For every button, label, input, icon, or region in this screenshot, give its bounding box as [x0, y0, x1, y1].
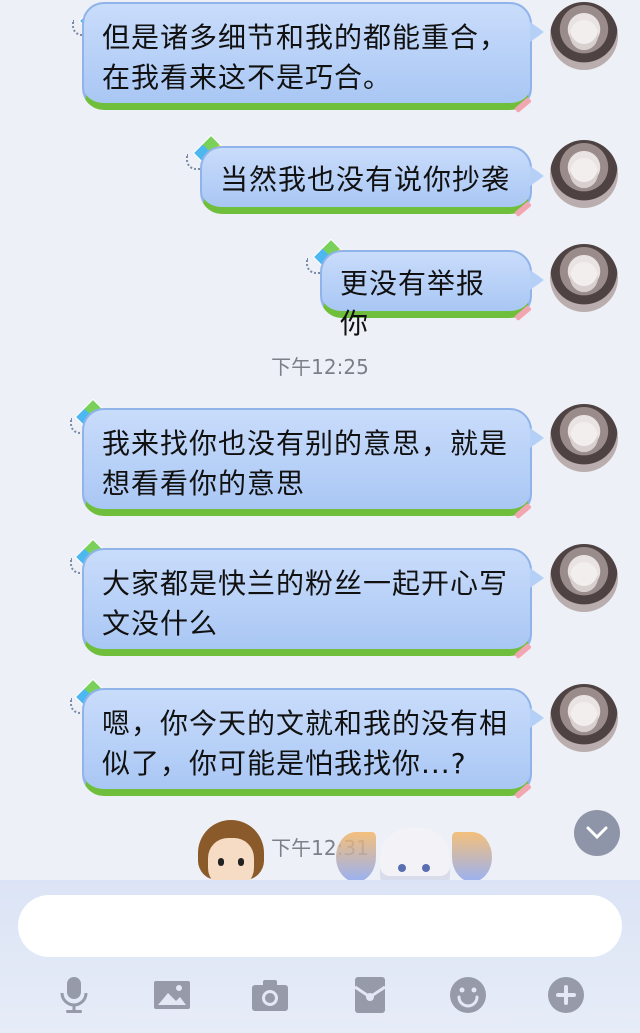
- sticker-face: [208, 838, 254, 880]
- message-line: 更没有举报你: [340, 267, 486, 340]
- message-bubble[interactable]: 嗯，你今天的文就和我的没有相 似了，你可能是怕我找你...?: [82, 688, 544, 796]
- sticker-eye: [218, 858, 224, 866]
- avatar[interactable]: [550, 404, 618, 472]
- plus-icon: [548, 977, 584, 1013]
- avatar[interactable]: [550, 140, 618, 208]
- message-line: 嗯，你今天的文就和我的没有相: [102, 707, 509, 740]
- message-line: 文没什么: [102, 607, 219, 640]
- emoji-button[interactable]: [448, 975, 488, 1015]
- composer-bar: [0, 880, 640, 1033]
- sticker-eye: [398, 864, 406, 872]
- sticker-eye: [238, 858, 244, 866]
- sticker-wing: [452, 832, 492, 880]
- chevron-down-icon: [586, 826, 608, 840]
- message-bubble[interactable]: 当然我也没有说你抄袭: [200, 146, 544, 214]
- message-line: 想看看你的意思: [102, 467, 306, 500]
- message-bubble[interactable]: 但是诸多细节和我的都能重合， 在我看来这不是巧合。: [82, 2, 544, 110]
- message-line: 在我看来这不是巧合。: [102, 61, 393, 94]
- microphone-icon: [60, 977, 88, 1013]
- chat-area[interactable]: 但是诸多细节和我的都能重合， 在我看来这不是巧合。 当然我也没有说你抄袭 更没有…: [0, 0, 640, 880]
- girl-sticker[interactable]: [196, 820, 266, 880]
- camera-button[interactable]: [250, 975, 290, 1015]
- message-line: 但是诸多细节和我的都能重合，: [102, 21, 509, 54]
- avatar[interactable]: [550, 2, 618, 70]
- timestamp: 下午12:25: [271, 355, 369, 379]
- fairy-sticker[interactable]: [336, 826, 496, 880]
- message-line: 似了，你可能是怕我找你...?: [102, 747, 467, 780]
- avatar[interactable]: [550, 544, 618, 612]
- message-line: 当然我也没有说你抄袭: [220, 163, 511, 196]
- scroll-to-bottom-button[interactable]: [574, 810, 620, 856]
- avatar[interactable]: [550, 684, 618, 752]
- message-bubble[interactable]: 大家都是快兰的粉丝一起开心写 文没什么: [82, 548, 544, 656]
- message-line: 大家都是快兰的粉丝一起开心写: [102, 567, 509, 600]
- sticker-wing: [336, 832, 376, 880]
- red-packet-button[interactable]: [350, 975, 390, 1015]
- camera-icon: [252, 980, 288, 1011]
- message-line: 我来找你也没有别的意思，就是: [102, 427, 509, 460]
- emoji-icon: [450, 977, 486, 1013]
- plus-button[interactable]: [546, 975, 586, 1015]
- image-icon: [154, 981, 190, 1009]
- message-bubble[interactable]: 更没有举报你: [320, 250, 544, 340]
- sticker-eye: [422, 864, 430, 872]
- microphone-button[interactable]: [54, 975, 94, 1015]
- timestamp: 下午12:31: [271, 836, 369, 860]
- message-bubble[interactable]: 我来找你也没有别的意思，就是 想看看你的意思: [82, 408, 544, 516]
- avatar[interactable]: [550, 244, 618, 312]
- image-button[interactable]: [152, 975, 192, 1015]
- red-packet-icon: [354, 977, 386, 1013]
- composer-toolbar: [0, 975, 640, 1015]
- message-input[interactable]: [18, 895, 622, 957]
- sticker-face: [380, 828, 450, 880]
